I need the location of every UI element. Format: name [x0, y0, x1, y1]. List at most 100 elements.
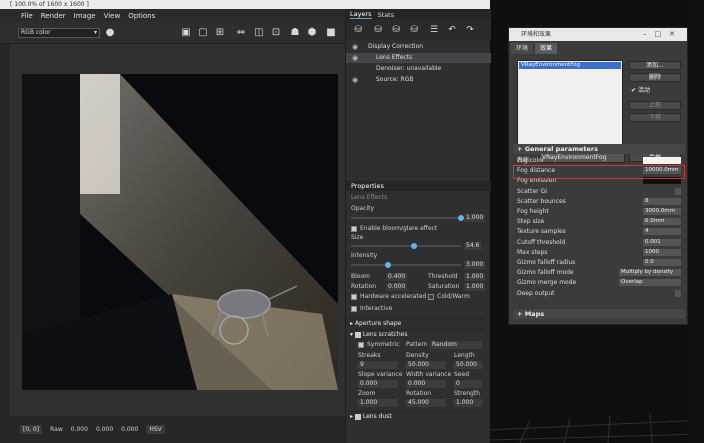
eye-icon[interactable]: ◉	[352, 42, 358, 52]
pattern-select[interactable]: Random	[430, 341, 482, 349]
layer-row-denoiser[interactable]: Denoiser: unavailable	[346, 64, 491, 74]
move-down-button[interactable]: 下移	[629, 113, 681, 122]
copy-icon[interactable]: ▢	[197, 27, 209, 39]
size-slider[interactable]	[351, 243, 461, 249]
delete-layer-icon[interactable]: ⛁	[372, 24, 384, 36]
intensity-value[interactable]: 3.000	[464, 261, 486, 269]
coldwarm-label: Cold/Warm	[437, 293, 470, 300]
render-icon[interactable]: ⬢	[306, 27, 318, 39]
threshold-value[interactable]: 1.000	[464, 273, 486, 281]
aperture-section[interactable]: ▸ Aperture shape	[350, 318, 484, 327]
pixel-r: 0.000	[70, 426, 88, 433]
dialog-title-bar: 环境和效果 –□✕	[509, 28, 687, 41]
rotation2-value[interactable]: 45.000	[406, 399, 446, 407]
seed-value[interactable]: 0	[454, 380, 482, 388]
width-variance-value[interactable]: 0.000	[406, 380, 446, 388]
menu-image[interactable]: Image	[74, 12, 96, 20]
coldwarm-checkbox[interactable]	[428, 294, 434, 300]
param-value[interactable]: 1000	[643, 248, 681, 256]
length-value[interactable]: 50.000	[454, 361, 482, 369]
render-image[interactable]	[22, 74, 338, 390]
param-value[interactable]: 4	[643, 228, 681, 236]
color-circle-icon[interactable]: ●	[104, 27, 116, 39]
layer-list-icon[interactable]: ☰	[428, 24, 440, 36]
opacity-label: Opacity	[351, 205, 375, 212]
param-label: Max steps	[517, 248, 548, 256]
layer-row-source[interactable]: ◉ Source: RGB	[346, 75, 491, 85]
lens-scratches-section[interactable]: ▾ Lens scratches	[350, 329, 484, 338]
atmosphere-item[interactable]: VRayEnvironmentFog	[519, 62, 621, 69]
slider-knob[interactable]	[411, 243, 417, 249]
color-mode[interactable]: HSV	[146, 425, 165, 434]
interactive-checkbox[interactable]	[351, 306, 357, 312]
opacity-slider[interactable]	[351, 215, 464, 221]
menu-options[interactable]: Options	[128, 12, 155, 20]
color-swatch[interactable]	[643, 157, 681, 164]
slope-variance-value[interactable]: 0.000	[358, 380, 398, 388]
enable-bloom-checkbox[interactable]	[351, 226, 357, 232]
hw-accel-checkbox[interactable]	[351, 294, 357, 300]
viewport-grid-fragment	[490, 413, 704, 443]
tab-environment[interactable]: 环境	[511, 43, 534, 54]
opacity-value[interactable]: 1.000	[464, 214, 486, 222]
density-value[interactable]: 50.000	[406, 361, 446, 369]
active-checkbox[interactable]: ✔ 活动	[631, 85, 650, 94]
param-value[interactable]: 0.001	[643, 238, 681, 246]
zoom-label: Zoom	[358, 390, 376, 397]
tab-effects[interactable]: 效果	[535, 43, 558, 54]
create-layer-icon[interactable]: ⛁	[352, 24, 364, 36]
size-value[interactable]: 54.6	[464, 242, 482, 250]
tab-stats[interactable]: Stats	[378, 11, 395, 19]
maps-rollout[interactable]: + Maps	[513, 309, 685, 319]
layer-row-display-correction[interactable]: ◉ Display Correction	[346, 42, 491, 52]
teapot-icon[interactable]: ☗	[289, 27, 301, 39]
bloom-value[interactable]: 0.400	[386, 273, 408, 281]
layer-row-lens-effects[interactable]: ◉ Lens Effects	[346, 53, 491, 63]
rotation-value[interactable]: 0.000	[386, 283, 408, 291]
eye-icon[interactable]: ◉	[352, 53, 358, 63]
region-icon[interactable]: ◫	[253, 27, 265, 39]
stop-icon[interactable]: ■	[325, 27, 337, 39]
param-value[interactable]: Overlap	[619, 279, 681, 287]
saturation-value[interactable]: 1.000	[464, 283, 486, 291]
eye-icon[interactable]: ◉	[352, 75, 358, 85]
add-button[interactable]: 添加...	[629, 61, 681, 70]
save-icon[interactable]: ▣	[180, 27, 192, 39]
load-layers-icon[interactable]: ⛁	[408, 24, 420, 36]
slider-knob[interactable]	[385, 262, 391, 268]
channel-select[interactable]: RGB color ▾	[18, 28, 100, 38]
lens-scratches-checkbox[interactable]	[354, 331, 361, 338]
atmosphere-list[interactable]: VRayEnvironmentFog	[517, 60, 623, 148]
region-render-icon[interactable]: ⊞	[214, 27, 226, 39]
strength-value[interactable]: 1.000	[454, 399, 482, 407]
delete-button[interactable]: 删除	[629, 73, 681, 82]
menu-file[interactable]: File	[21, 12, 33, 20]
general-params-rollout[interactable]: + General parameters	[513, 144, 685, 154]
param-checkbox[interactable]	[675, 289, 681, 297]
redo-icon[interactable]: ↷	[464, 24, 476, 36]
layer-label: Source: RGB	[376, 76, 414, 83]
param-value[interactable]: 6.0mm	[643, 218, 681, 226]
enable-bloom-label: Enable bloom/glare effect	[360, 225, 438, 232]
window-controls[interactable]: –□✕	[643, 28, 683, 41]
menu-render[interactable]: Render	[41, 12, 66, 20]
lens-dust-section[interactable]: ▸ Lens dust	[350, 411, 484, 420]
param-checkbox[interactable]	[675, 187, 681, 195]
intensity-slider[interactable]	[351, 262, 461, 268]
zoom-value[interactable]: 1.000	[358, 399, 398, 407]
properties-panel: Properties Lens Effects Opacity 1.000 En…	[345, 181, 491, 443]
param-value[interactable]: 0.0	[643, 259, 681, 266]
lens-dust-checkbox[interactable]	[354, 413, 361, 420]
param-value[interactable]: Multiply by density	[619, 269, 681, 277]
menu-view[interactable]: View	[104, 12, 121, 20]
move-up-button[interactable]: 上移	[629, 101, 681, 110]
tab-layers[interactable]: Layers	[350, 10, 372, 19]
link-icon[interactable]: ⊡	[270, 27, 282, 39]
param-value[interactable]: 3000.0mm	[643, 208, 681, 215]
symmetric-checkbox[interactable]	[358, 342, 364, 348]
track-mouse-icon[interactable]: ⇔	[235, 27, 247, 39]
save-layers-icon[interactable]: ⛁	[390, 24, 402, 36]
param-value[interactable]: 8	[643, 197, 681, 205]
undo-icon[interactable]: ↶	[446, 24, 458, 36]
streaks-value[interactable]: 9	[358, 361, 398, 369]
